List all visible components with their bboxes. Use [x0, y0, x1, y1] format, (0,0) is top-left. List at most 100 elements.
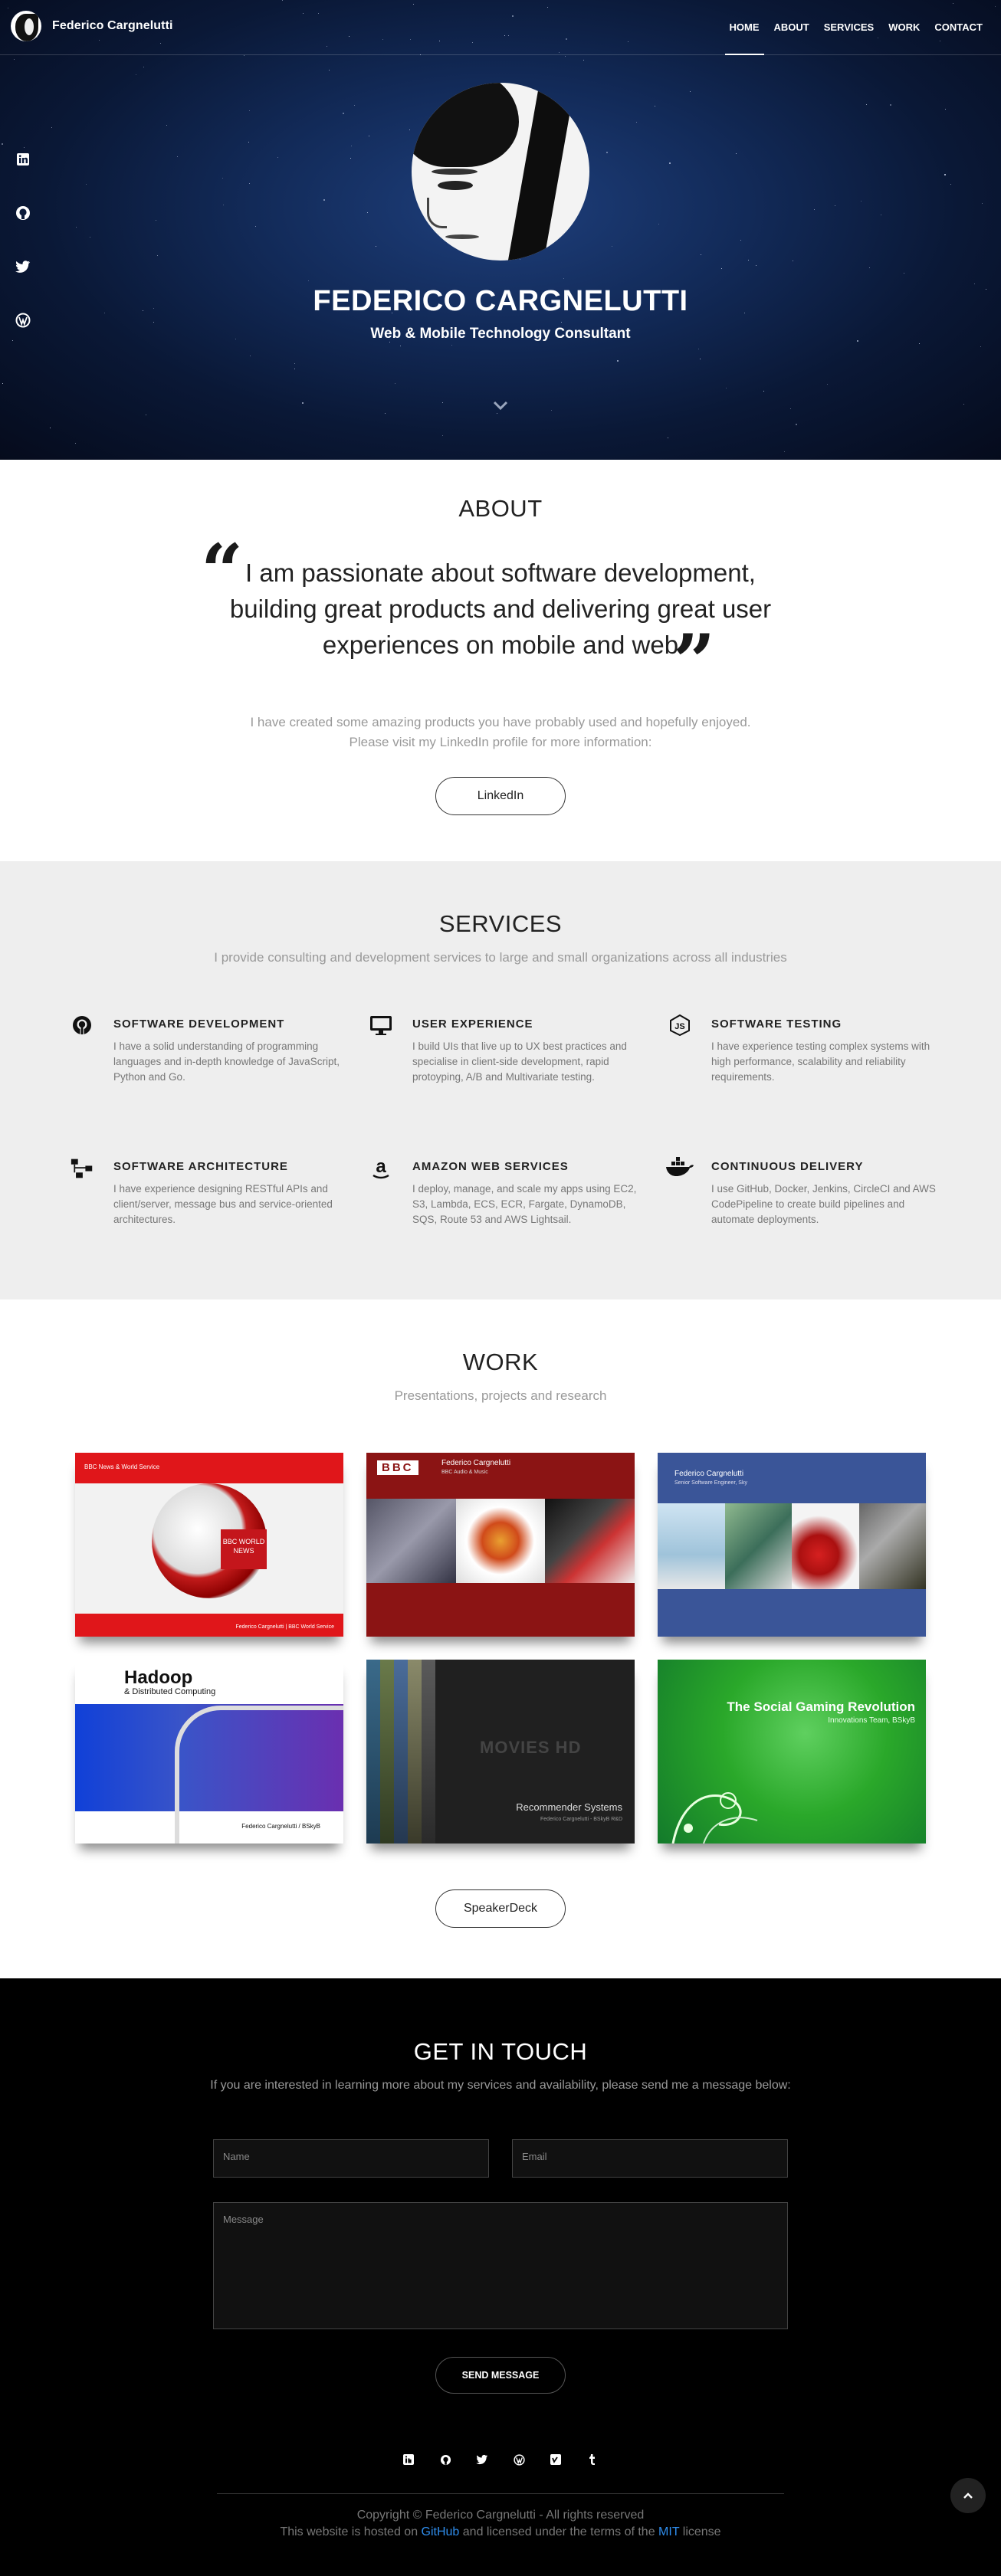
github-icon[interactable]	[14, 204, 32, 222]
top-navbar: Federico Cargnelutti HOME ABOUT SERVICES…	[0, 0, 1001, 55]
javascript-icon: JS	[668, 1014, 691, 1037]
star	[294, 363, 295, 364]
star	[308, 280, 309, 281]
about-text: I have created some amazing products you…	[0, 713, 1001, 752]
wordpress-icon[interactable]	[14, 311, 32, 329]
star	[323, 199, 325, 201]
service-desc: I use GitHub, Docker, Jenkins, CircleCI …	[711, 1183, 936, 1225]
thumb-subtitle: Innovations Team, BSkyB	[828, 1716, 915, 1725]
twitter-icon[interactable]	[14, 257, 32, 276]
linkedin-icon[interactable]	[14, 150, 32, 169]
chevron-down-icon[interactable]	[493, 400, 508, 415]
star	[2, 383, 3, 384]
star	[869, 267, 870, 268]
message-placeholder: Message	[223, 2214, 264, 2225]
work-thumb-bbc-audio-music[interactable]: BBC Federico Cargnelutti BBC Audio & Mus…	[366, 1453, 635, 1637]
wordpress-icon[interactable]	[513, 2453, 525, 2466]
footer-divider	[217, 2493, 784, 2494]
thumb-title: Recommender Systems	[516, 1801, 622, 1813]
star	[963, 404, 964, 405]
nav-contact[interactable]: CONTACT	[934, 0, 983, 55]
service-title: CONTINUOUS DELIVERY	[711, 1160, 864, 1173]
floral-graphic	[671, 1792, 758, 1844]
star	[51, 127, 52, 128]
work-subtitle: Presentations, projects and research	[394, 1388, 607, 1403]
star	[14, 59, 15, 60]
nav-home[interactable]: HOME	[724, 0, 764, 55]
linkedin-icon[interactable]	[402, 2453, 415, 2466]
name-placeholder: Name	[223, 2151, 250, 2162]
contact-title: GET IN TOUCH	[413, 2038, 588, 2065]
movies-hd-logo: MOVIES HD	[480, 1738, 582, 1757]
brand-name: Federico Cargnelutti	[52, 19, 173, 32]
sitemap-icon	[71, 1157, 94, 1180]
thumb-role: Senior Software Engineer, Sky	[674, 1480, 747, 1486]
work-title: WORK	[462, 1349, 539, 1375]
photo-strip	[658, 1503, 926, 1589]
star	[827, 384, 828, 385]
photo-strip	[366, 1499, 635, 1583]
thumb-header: BBC News & World Service	[84, 1463, 160, 1470]
star	[157, 255, 158, 256]
star	[451, 345, 452, 346]
services-title: SERVICES	[438, 910, 563, 937]
twitter-icon[interactable]	[476, 2453, 488, 2466]
send-message-button[interactable]: SEND MESSAGE	[435, 2357, 566, 2394]
star	[277, 157, 278, 158]
thumb-name: Federico Cargnelutti	[441, 1459, 511, 1467]
email-placeholder: Email	[522, 2151, 547, 2162]
star	[740, 240, 741, 241]
star	[690, 91, 691, 92]
star	[583, 60, 584, 61]
star	[784, 451, 785, 452]
work-thumb-sky[interactable]: Federico Cargnelutti Senior Software Eng…	[658, 1453, 926, 1637]
vimeo-icon[interactable]	[550, 2453, 562, 2466]
thumb-role: BBC Audio & Music	[441, 1470, 488, 1475]
star	[974, 283, 975, 284]
message-field[interactable]: Message	[213, 2202, 788, 2329]
star	[606, 152, 608, 153]
nav-about[interactable]: ABOUT	[774, 0, 809, 55]
svg-text:JS: JS	[674, 1022, 684, 1031]
brand[interactable]: Federico Cargnelutti	[11, 11, 173, 41]
github-link[interactable]: GitHub	[422, 2525, 460, 2538]
work-thumb-bbc-world-service[interactable]: BBC News & World Service BBC WORLD NEWS …	[75, 1453, 343, 1637]
speakerdeck-button[interactable]: SpeakerDeck	[435, 1889, 566, 1928]
bbc-logo: BBC	[377, 1460, 418, 1475]
nav-work[interactable]: WORK	[888, 0, 920, 55]
star	[866, 104, 867, 105]
tumblr-icon[interactable]	[586, 2453, 599, 2466]
star	[982, 203, 983, 204]
star	[748, 260, 749, 261]
thumb-footer: Federico Cargnelutti / BSkyB	[241, 1823, 320, 1830]
star	[617, 360, 619, 362]
star	[177, 156, 178, 157]
star	[350, 158, 351, 159]
star	[442, 402, 443, 403]
star	[636, 122, 637, 123]
scroll-to-top-button[interactable]	[950, 2478, 986, 2513]
monitor-icon	[369, 1014, 392, 1037]
hero-social-links	[14, 150, 32, 365]
name-field[interactable]: Name	[213, 2139, 489, 2178]
star	[409, 129, 410, 130]
github-icon[interactable]	[439, 2453, 451, 2466]
nav-services[interactable]: SERVICES	[824, 0, 875, 55]
work-thumb-recommender-systems[interactable]: MOVIES HD Recommender Systems Federico C…	[366, 1660, 635, 1844]
work-thumb-hadoop[interactable]: Hadoop & Distributed Computing Federico …	[75, 1660, 343, 1844]
linkedin-button[interactable]: LinkedIn	[435, 777, 566, 815]
star	[890, 104, 891, 106]
star	[302, 402, 304, 404]
star	[561, 322, 562, 323]
work-thumb-social-gaming[interactable]: The Social Gaming Revolution Innovations…	[658, 1660, 926, 1844]
service-title: USER EXPERIENCE	[412, 1018, 533, 1031]
star	[244, 55, 245, 56]
service-title: SOFTWARE ARCHITECTURE	[113, 1160, 288, 1173]
email-field[interactable]: Email	[512, 2139, 788, 2178]
star	[354, 105, 355, 106]
mit-license-link[interactable]: MIT	[658, 2525, 679, 2538]
service-desc: I have experience designing RESTful APIs…	[113, 1183, 333, 1225]
contact-subtitle: If you are interested in learning more a…	[210, 2079, 791, 2092]
star	[669, 162, 671, 164]
quote-close-icon: ”	[673, 618, 716, 705]
